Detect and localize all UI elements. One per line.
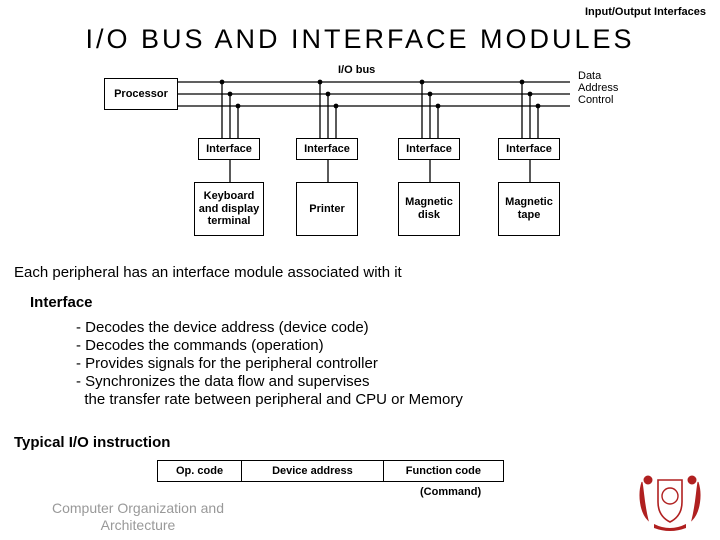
interface-section: Interface - Decodes the device address (… [30,294,463,409]
device-box-1: Printer [296,182,358,236]
instr-field-opcode: Op. code [157,460,242,482]
instruction-format: Op. code Device address Function code [158,460,504,482]
device-box-2: Magnetic disk [398,182,460,236]
interface-box-0: Interface [198,138,260,160]
iface-point: - Synchronizes the data flow and supervi… [76,373,463,390]
instruction-heading: Typical I/O instruction [14,434,170,451]
interface-box-1: Interface [296,138,358,160]
footer-text: Computer Organization and Architecture [38,500,238,534]
instr-note: (Command) [420,486,481,498]
iface-point: - Decodes the device address (device cod… [76,319,463,336]
interface-box-3: Interface [498,138,560,160]
instr-field-function: Function code [383,460,504,482]
page-title: I/O BUS AND INTERFACE MODULES [0,24,720,55]
iface-point: - Provides signals for the peripheral co… [76,355,463,372]
processor-box: Processor [104,78,178,110]
device-box-3: Magnetic tape [498,182,560,236]
interface-heading: Interface [30,294,463,311]
interface-box-2: Interface [398,138,460,160]
iface-point: - Decodes the commands (operation) [76,337,463,354]
crest-icon [634,472,706,532]
iface-point: the transfer rate between peripheral and… [76,391,463,408]
interface-points: - Decodes the device address (device cod… [30,319,463,408]
device-box-0: Keyboard and display terminal [194,182,264,236]
chapter-heading: Input/Output Interfaces [585,6,706,18]
bus-diagram: I/O bus Data Address Control [0,64,720,260]
instr-field-address: Device address [241,460,384,482]
intro-text: Each peripheral has an interface module … [14,264,402,281]
